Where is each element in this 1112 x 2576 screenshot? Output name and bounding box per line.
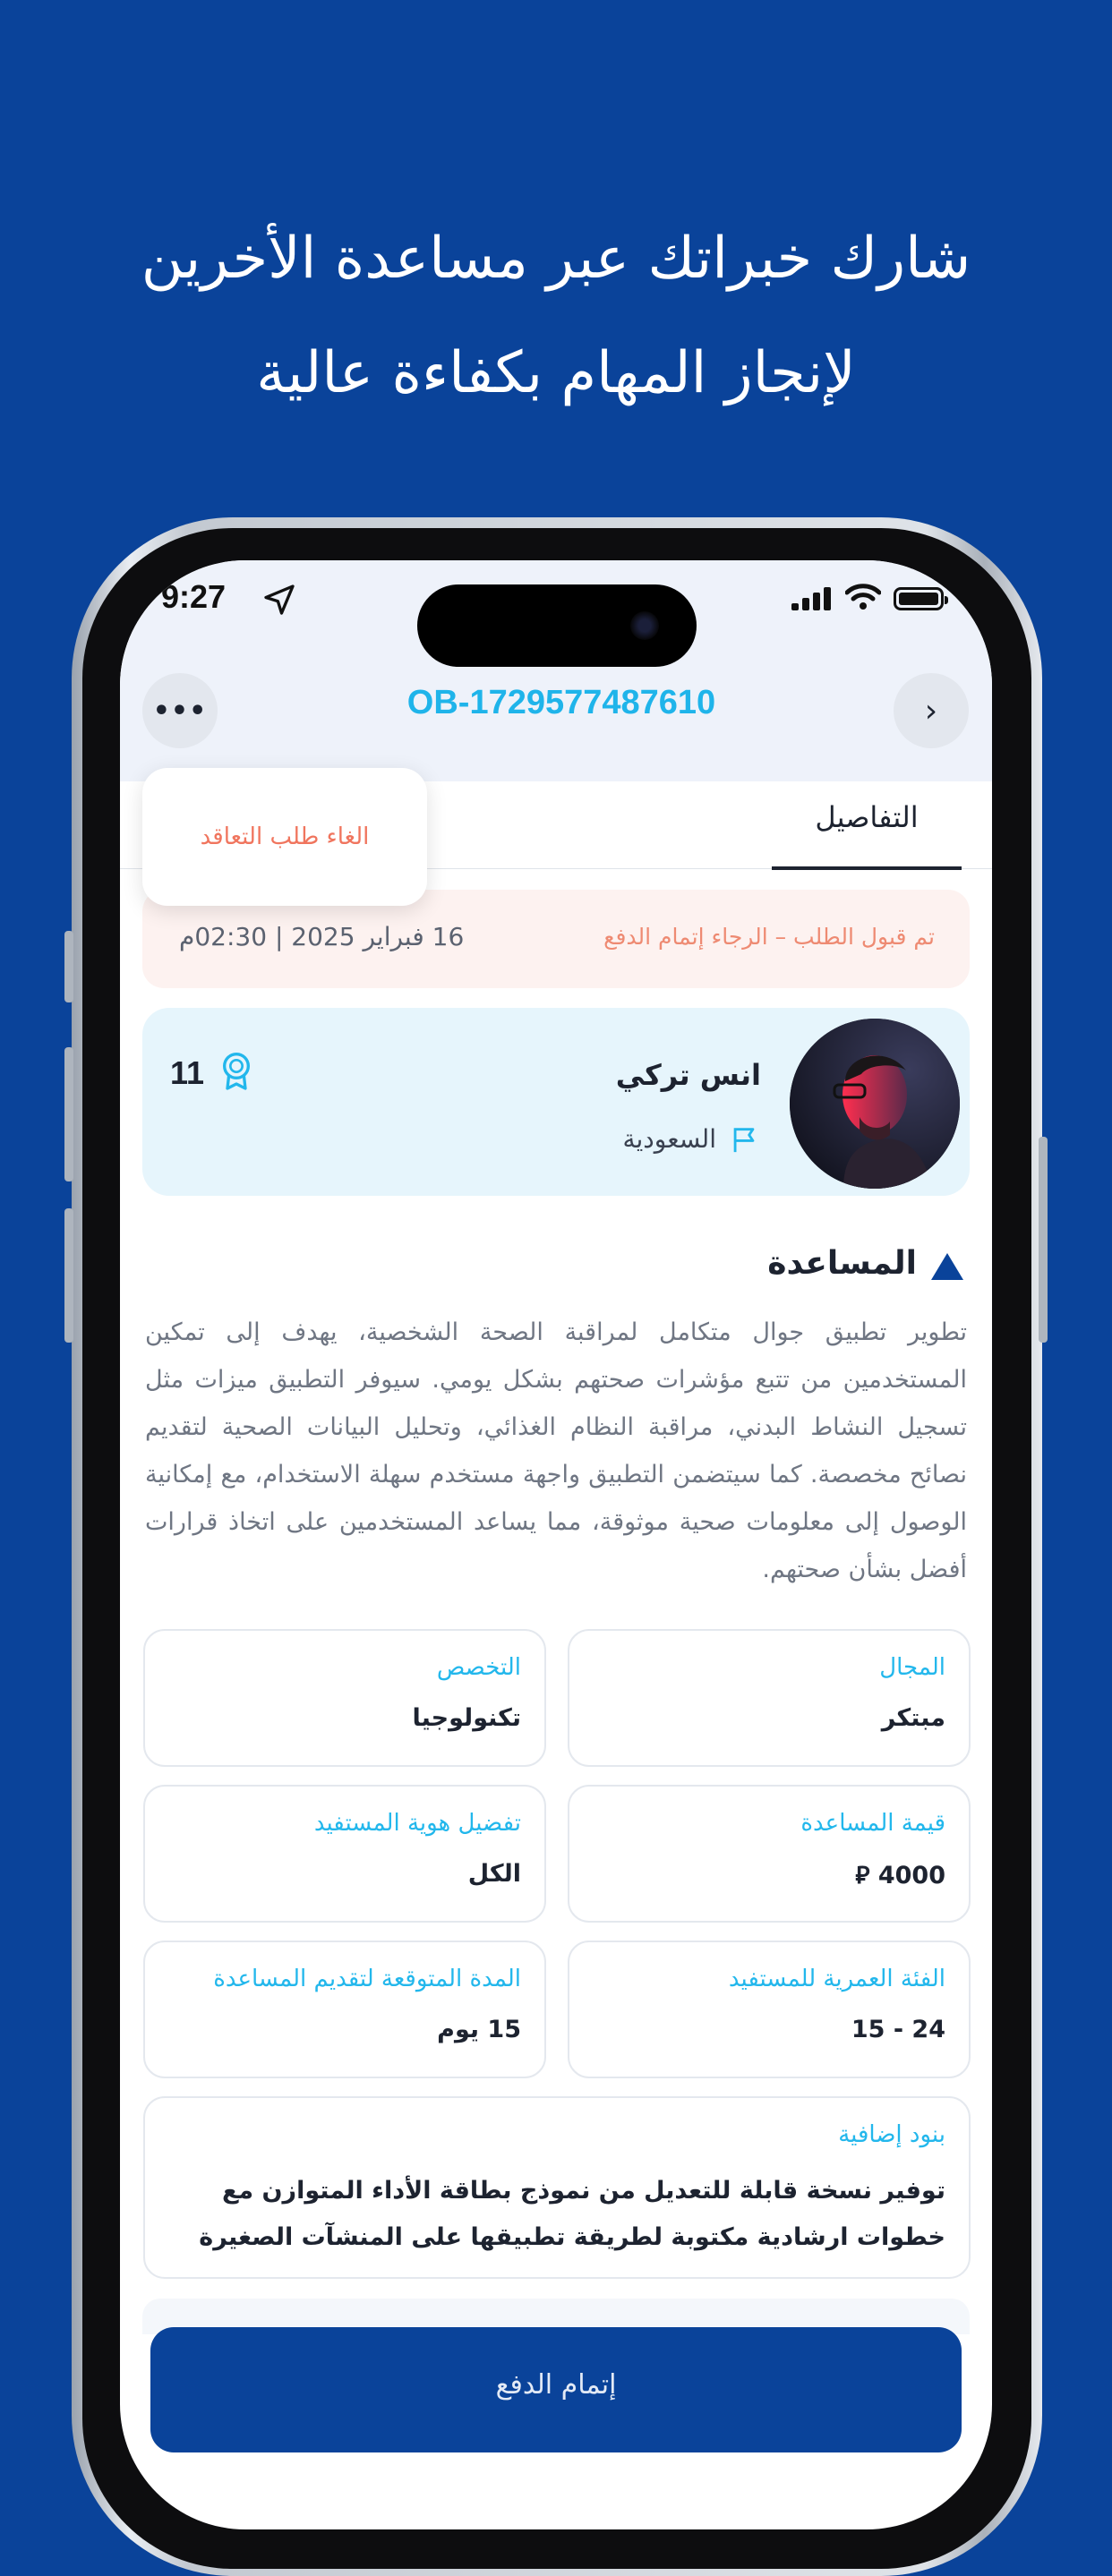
duration-label: المدة المتوقعة لتقديم المساعدة	[213, 1966, 521, 1992]
assistance-value-label: قيمة المساعدة	[800, 1810, 945, 1837]
info-card-beneficiary-identity: تفضيل هوية المستفيد الكل	[143, 1785, 546, 1923]
more-dots-icon: •••	[152, 695, 208, 727]
phone-power-button	[1039, 1137, 1048, 1343]
tab-details[interactable]: التفاصيل	[772, 800, 962, 834]
cellular-signal-icon	[791, 587, 831, 610]
badge-icon	[223, 1053, 250, 1090]
info-card-specialty: التخصص تكنولوجيا	[143, 1629, 546, 1767]
phone-volume-up	[64, 1047, 73, 1181]
status-time: 9:27	[161, 578, 227, 615]
location-arrow-icon	[264, 584, 295, 615]
cancel-contract-menu-item[interactable]: الغاء طلب التعاقد	[142, 768, 427, 906]
beneficiary-identity-label: تفضيل هوية المستفيد	[313, 1810, 521, 1837]
info-card-age-group: الفئة العمرية للمستفيد 15 - 24	[568, 1941, 971, 2078]
beneficiary-identity-value: الكل	[467, 1860, 521, 1888]
tab-details-indicator	[772, 866, 962, 870]
chevron-right-icon: ›	[924, 692, 938, 729]
info-card-field: المجال مبتكر	[568, 1629, 971, 1767]
battery-icon	[894, 587, 948, 610]
info-card-duration: المدة المتوقعة لتقديم المساعدة 15 يوم	[143, 1941, 546, 2078]
wifi-icon	[845, 584, 881, 610]
back-button[interactable]: ›	[894, 673, 969, 748]
promo-headline: شارك خبراتك عبر مساعدة الأخرين لإنجاز ال…	[0, 201, 1112, 431]
phone-volume-down	[64, 1208, 73, 1343]
dynamic-island	[417, 584, 697, 667]
phone-mute-switch	[64, 931, 73, 1002]
order-id: OB-1729577487610	[406, 684, 716, 721]
assistance-description: تطوير تطبيق جوال متكامل لمراقبة الصحة ال…	[145, 1318, 967, 1583]
extra-terms-label: بنود إضافية	[838, 2121, 945, 2148]
field-label: المجال	[879, 1654, 945, 1681]
user-name: انس تركي	[615, 1058, 761, 1092]
headline-line-1: شارك خبراتك عبر مساعدة الأخرين	[141, 226, 971, 292]
info-card-assistance-value: قيمة المساعدة 4000 ⃁	[568, 1785, 971, 1923]
specialty-value: تكنولوجيا	[412, 1704, 521, 1732]
avatar	[790, 1019, 960, 1189]
phone-screen: 9:27 ••• OB-1729577487610 › التفاصيل تم …	[120, 560, 992, 2529]
field-value: مبتكر	[881, 1704, 945, 1732]
user-rank: 11	[170, 1054, 205, 1091]
more-options-button[interactable]: •••	[142, 673, 218, 748]
headline-line-2: لإنجاز المهام بكفاءة عالية	[256, 340, 856, 406]
user-country: السعودية	[622, 1124, 716, 1154]
age-group-label: الفئة العمرية للمستفيد	[728, 1966, 945, 1992]
info-card-extra-terms: بنود إضافية توفير نسخة قابلة للتعديل من …	[143, 2096, 971, 2279]
assistance-value-amount: 4000 ⃁	[855, 1862, 945, 1889]
specialty-label: التخصص	[436, 1654, 521, 1681]
age-group-value: 15 - 24	[851, 2016, 945, 2043]
status-date: 16 فبراير 2025 | 02:30م	[179, 922, 465, 951]
assistance-title: المساعدة	[767, 1245, 917, 1282]
duration-value: 15 يوم	[437, 2016, 521, 2043]
complete-payment-button[interactable]: إتمام الدفع	[150, 2327, 962, 2452]
extra-terms-value: توفير نسخة قابلة للتعديل من نموذج بطاقة …	[199, 2177, 945, 2251]
triangle-icon	[931, 1253, 963, 1280]
flag-icon	[733, 1128, 755, 1153]
